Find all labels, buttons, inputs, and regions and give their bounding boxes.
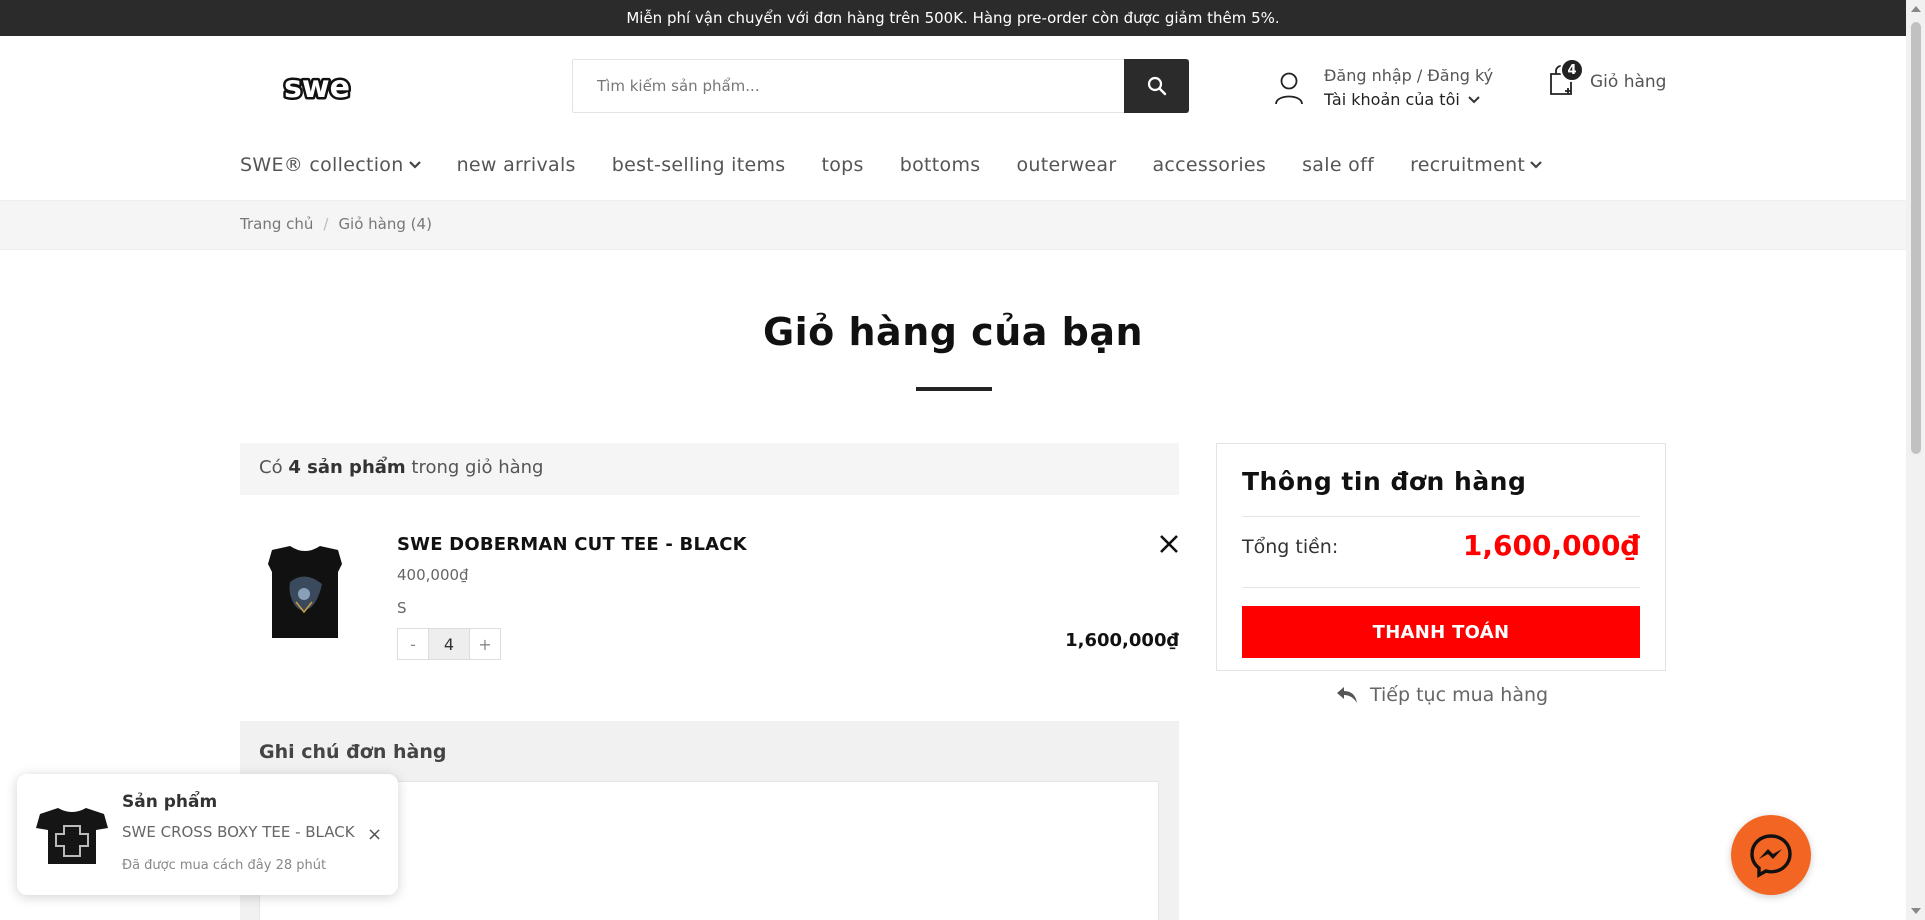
toast-product-name[interactable]: SWE CROSS BOXY TEE - BLACK bbox=[122, 823, 355, 841]
product-thumbnail[interactable] bbox=[260, 542, 350, 642]
checkout-button[interactable]: THANH TOÁN bbox=[1242, 606, 1640, 658]
cart-count-badge: 4 bbox=[1560, 58, 1584, 82]
page-scrollbar[interactable] bbox=[1906, 0, 1925, 920]
scroll-down-arrow[interactable] bbox=[1911, 908, 1921, 914]
toast-close-button[interactable]: × bbox=[367, 824, 382, 845]
remove-item-icon[interactable] bbox=[1157, 532, 1181, 556]
cart-link[interactable]: 4 Giỏ hàng bbox=[1548, 58, 1667, 100]
breadcrumb-current: Giỏ hàng (4) bbox=[338, 215, 432, 233]
cart-item: SWE DOBERMAN CUT TEE - BLACK 400,000₫ S … bbox=[240, 518, 1179, 668]
promo-bar: Miễn phí vận chuyển với đơn hàng trên 50… bbox=[0, 0, 1906, 36]
breadcrumb: Trang chủ / Giỏ hàng (4) bbox=[240, 215, 432, 233]
order-summary: Thông tin đơn hàng Tổng tiền: 1,600,000₫… bbox=[1216, 443, 1666, 671]
promo-text: Miễn phí vận chuyển với đơn hàng trên 50… bbox=[626, 9, 1280, 27]
account-menu[interactable]: Đăng nhập / Đăng ký Tài khoản của tôi bbox=[1274, 64, 1493, 112]
quantity-decrease-button[interactable]: - bbox=[398, 629, 428, 659]
line-total: 1,600,000₫ bbox=[1065, 630, 1179, 651]
toast-time: Đã được mua cách đây 28 phút bbox=[122, 858, 327, 873]
page-title: Giỏ hàng của bạn bbox=[762, 310, 1144, 354]
breadcrumb-bar: Trang chủ / Giỏ hàng (4) bbox=[0, 200, 1906, 250]
toast-product-image[interactable] bbox=[34, 804, 110, 868]
recent-purchase-toast: Sản phẩm SWE CROSS BOXY TEE - BLACK Đã đ… bbox=[17, 774, 398, 895]
product-name[interactable]: SWE DOBERMAN CUT TEE - BLACK bbox=[397, 534, 747, 555]
total-value: 1,600,000₫ bbox=[1462, 529, 1640, 562]
swe-logo[interactable]: swe swe bbox=[282, 69, 362, 105]
breadcrumb-home[interactable]: Trang chủ bbox=[240, 215, 313, 233]
nav-item-new-arrivals[interactable]: new arrivals bbox=[457, 154, 576, 176]
nav-item-recruitment[interactable]: recruitment bbox=[1410, 154, 1542, 176]
my-account-label[interactable]: Tài khoản của tôi bbox=[1324, 88, 1460, 112]
title-underline bbox=[916, 387, 992, 391]
login-register-link[interactable]: Đăng nhập / Đăng ký bbox=[1324, 64, 1493, 88]
chevron-down-icon bbox=[1530, 161, 1542, 169]
scrollbar-thumb[interactable] bbox=[1911, 22, 1921, 454]
nav-item-outerwear[interactable]: outerwear bbox=[1016, 154, 1116, 176]
messenger-chat-button[interactable] bbox=[1731, 815, 1811, 895]
total-label: Tổng tiền: bbox=[1242, 536, 1339, 558]
search-input[interactable] bbox=[573, 60, 1124, 112]
messenger-icon bbox=[1750, 834, 1792, 878]
cart-label: Giỏ hàng bbox=[1590, 72, 1667, 92]
nav-item-sale-off[interactable]: sale off bbox=[1302, 154, 1374, 176]
product-size: S bbox=[397, 599, 407, 617]
continue-shopping-link[interactable]: Tiếp tục mua hàng bbox=[1336, 684, 1548, 706]
nav-item-bottoms[interactable]: bottoms bbox=[900, 154, 981, 176]
divider bbox=[1242, 516, 1640, 517]
quantity-value[interactable]: 4 bbox=[428, 629, 470, 659]
cart-count-bold: 4 sản phẩm bbox=[288, 457, 406, 478]
search-icon bbox=[1147, 76, 1166, 96]
main-nav: SWE® collection new arrivals best-sellin… bbox=[240, 154, 1542, 176]
search-bar bbox=[572, 59, 1189, 113]
svg-text:swe: swe bbox=[284, 70, 350, 105]
quantity-increase-button[interactable]: + bbox=[470, 629, 500, 659]
order-note-title: Ghi chú đơn hàng bbox=[259, 741, 447, 763]
scroll-up-arrow[interactable] bbox=[1911, 6, 1921, 12]
reply-arrow-icon bbox=[1337, 687, 1357, 703]
nav-item-best-selling[interactable]: best-selling items bbox=[612, 154, 786, 176]
search-button[interactable] bbox=[1124, 59, 1189, 113]
breadcrumb-separator: / bbox=[323, 215, 329, 233]
product-unit-price: 400,000₫ bbox=[397, 566, 469, 584]
nav-item-swe-collection[interactable]: SWE® collection bbox=[240, 154, 421, 176]
quantity-stepper: - 4 + bbox=[397, 628, 501, 660]
order-summary-title: Thông tin đơn hàng bbox=[1242, 467, 1527, 496]
cart-count-summary: Có 4 sản phẩm trong giỏ hàng bbox=[240, 443, 1179, 495]
user-icon bbox=[1275, 72, 1303, 105]
chevron-down-icon bbox=[408, 161, 421, 169]
divider bbox=[1242, 587, 1640, 588]
nav-item-accessories[interactable]: accessories bbox=[1152, 154, 1266, 176]
nav-item-tops[interactable]: tops bbox=[822, 154, 864, 176]
site-header: swe swe Đăng nhập / Đăng ký Tài khoản củ… bbox=[0, 36, 1906, 200]
chevron-down-icon bbox=[1468, 96, 1480, 104]
toast-title: Sản phẩm bbox=[122, 792, 218, 812]
